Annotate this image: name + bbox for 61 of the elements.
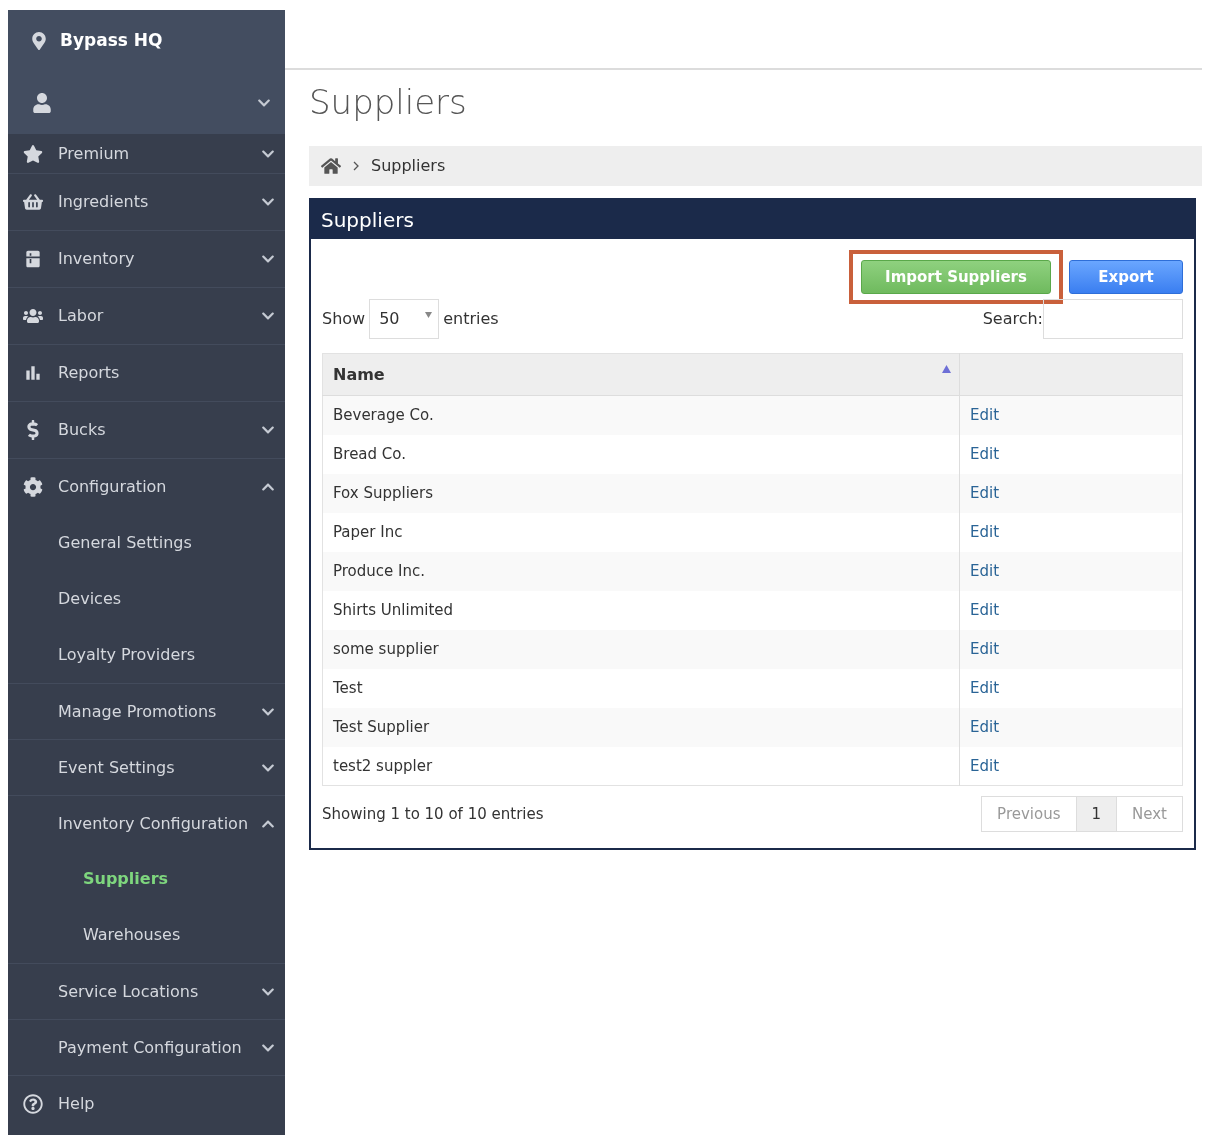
table-cell: Fox Suppliers — [322, 473, 960, 513]
table-cell: Shirts Unlimited — [322, 590, 960, 630]
bar-chart-icon — [23, 363, 43, 383]
sidebar-item[interactable]: Premium — [8, 134, 285, 173]
sidebar-item[interactable]: Ingredients — [8, 173, 285, 230]
sidebar-item[interactable]: Configuration — [8, 458, 285, 515]
table-cell: test2 suppler — [322, 746, 960, 786]
edit-link[interactable]: Edit — [970, 561, 1000, 580]
breadcrumb-item[interactable]: Suppliers — [371, 154, 446, 178]
entries-label: entries — [443, 308, 499, 330]
cabinet-icon — [23, 249, 43, 269]
people-icon — [23, 306, 43, 326]
edit-link[interactable]: Edit — [970, 639, 1000, 658]
edit-link[interactable]: Edit — [970, 717, 1000, 736]
sidebar-item[interactable]: Payment Configuration — [8, 1019, 285, 1075]
basket-icon — [23, 192, 43, 212]
location-pin-icon — [32, 32, 46, 50]
sidebar-item[interactable]: Service Locations — [8, 963, 285, 1019]
page-length-select[interactable]: 50 — [369, 299, 440, 339]
location-name: Bypass HQ — [60, 29, 163, 53]
edit-link[interactable]: Edit — [970, 483, 1000, 502]
table-cell: Test — [322, 668, 960, 708]
sidebar-item[interactable]: Bucks — [8, 401, 285, 458]
gear-icon — [23, 477, 43, 497]
sidebar-item[interactable]: Manage Promotions — [8, 683, 285, 739]
table-cell: some supplier — [322, 629, 960, 669]
edit-link[interactable]: Edit — [970, 444, 1000, 463]
sidebar-item[interactable]: Inventory — [8, 230, 285, 287]
pagination-button[interactable]: 1 — [1075, 797, 1117, 831]
page-title: Suppliers — [309, 81, 468, 124]
sidebar-item[interactable]: Warehouses — [8, 907, 285, 963]
sidebar-item[interactable]: General Settings — [8, 515, 285, 571]
edit-link[interactable]: Edit — [970, 678, 1000, 697]
sidebar-item[interactable]: Loyalty Providers — [8, 627, 285, 683]
sidebar-item[interactable]: Event Settings — [8, 739, 285, 795]
edit-link[interactable]: Edit — [970, 756, 1000, 775]
user-icon — [32, 93, 52, 113]
sidebar-item[interactable]: Reports — [8, 344, 285, 401]
search-label: Search: — [982, 308, 1043, 330]
home-icon[interactable] — [321, 157, 341, 175]
table-cell: Bread Co. — [322, 434, 960, 474]
table-cell: Test Supplier — [322, 707, 960, 747]
panel-title: Suppliers — [321, 206, 414, 234]
table-cell: Produce Inc. — [322, 551, 960, 591]
edit-link[interactable]: Edit — [970, 406, 1000, 424]
chevron-right-icon — [353, 161, 359, 171]
dropdown-arrow-icon — [425, 312, 433, 318]
table-cell: Beverage Co. — [322, 395, 960, 435]
sidebar-item[interactable]: Suppliers — [8, 851, 285, 907]
star-icon — [23, 143, 43, 164]
table-info: Showing 1 to 10 of 10 entries — [322, 803, 544, 825]
edit-link[interactable]: Edit — [970, 600, 1000, 619]
search-field[interactable] — [1043, 299, 1183, 339]
sidebar-item[interactable]: Labor — [8, 287, 285, 344]
sidebar-item[interactable]: Devices — [8, 571, 285, 627]
help-icon — [23, 1094, 43, 1114]
show-label: Show — [322, 308, 366, 330]
table-cell: Paper Inc — [322, 512, 960, 552]
edit-link[interactable]: Edit — [970, 522, 1000, 541]
sidebar-item[interactable]: Help — [8, 1075, 285, 1132]
sidebar-item[interactable]: Inventory Configuration — [8, 795, 285, 851]
